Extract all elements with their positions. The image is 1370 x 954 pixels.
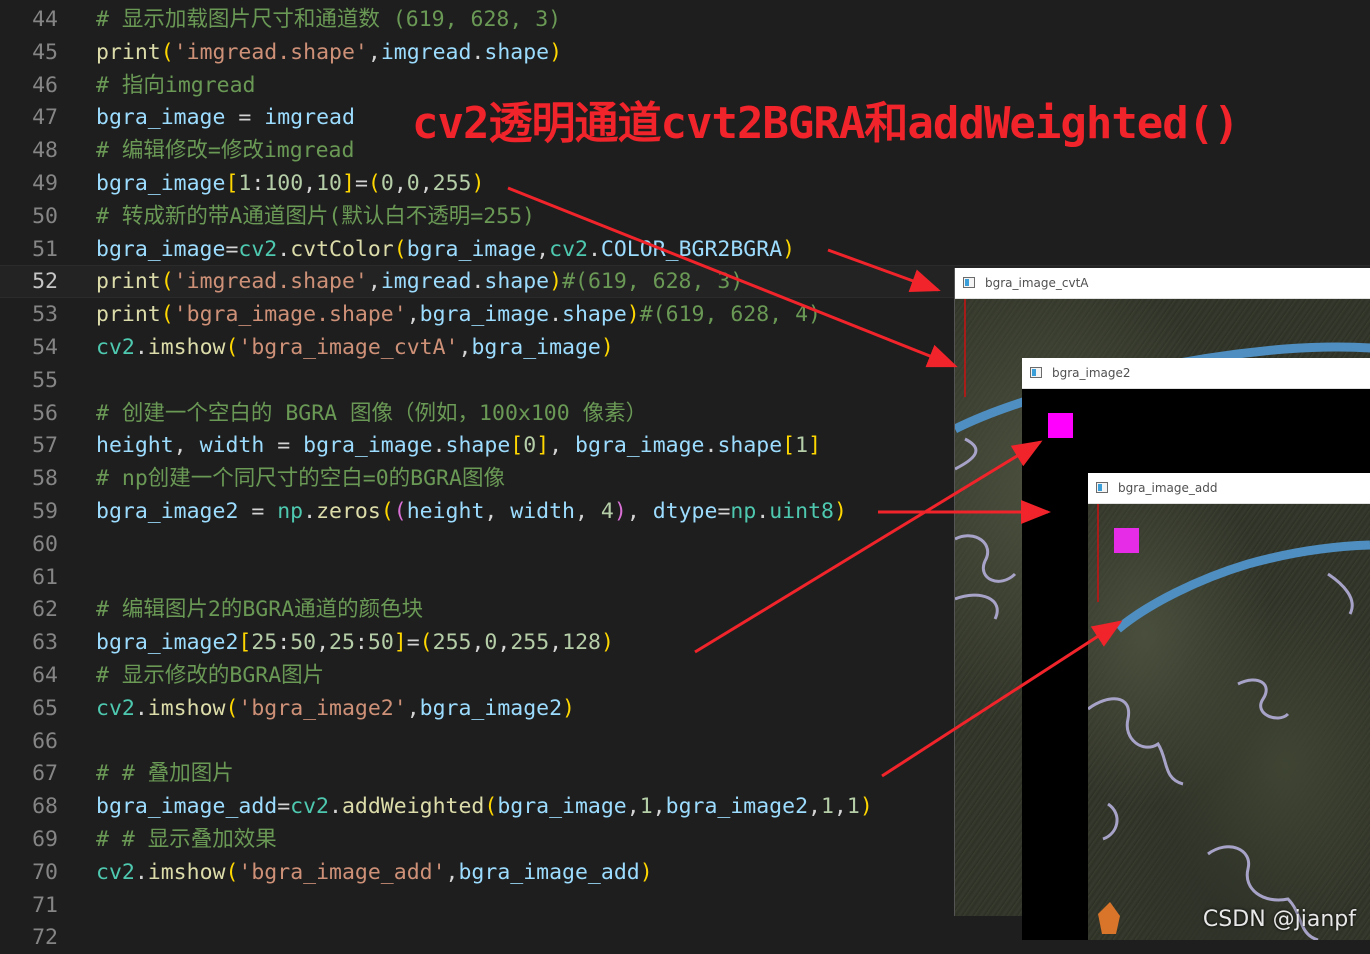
annotation-arrows — [507, 186, 1123, 778]
arrow-add-river — [881, 620, 1123, 778]
arrow-cvta-window — [827, 248, 941, 293]
arrow-block-magenta — [694, 440, 1043, 654]
arrow-cvta-red-line — [507, 186, 958, 368]
